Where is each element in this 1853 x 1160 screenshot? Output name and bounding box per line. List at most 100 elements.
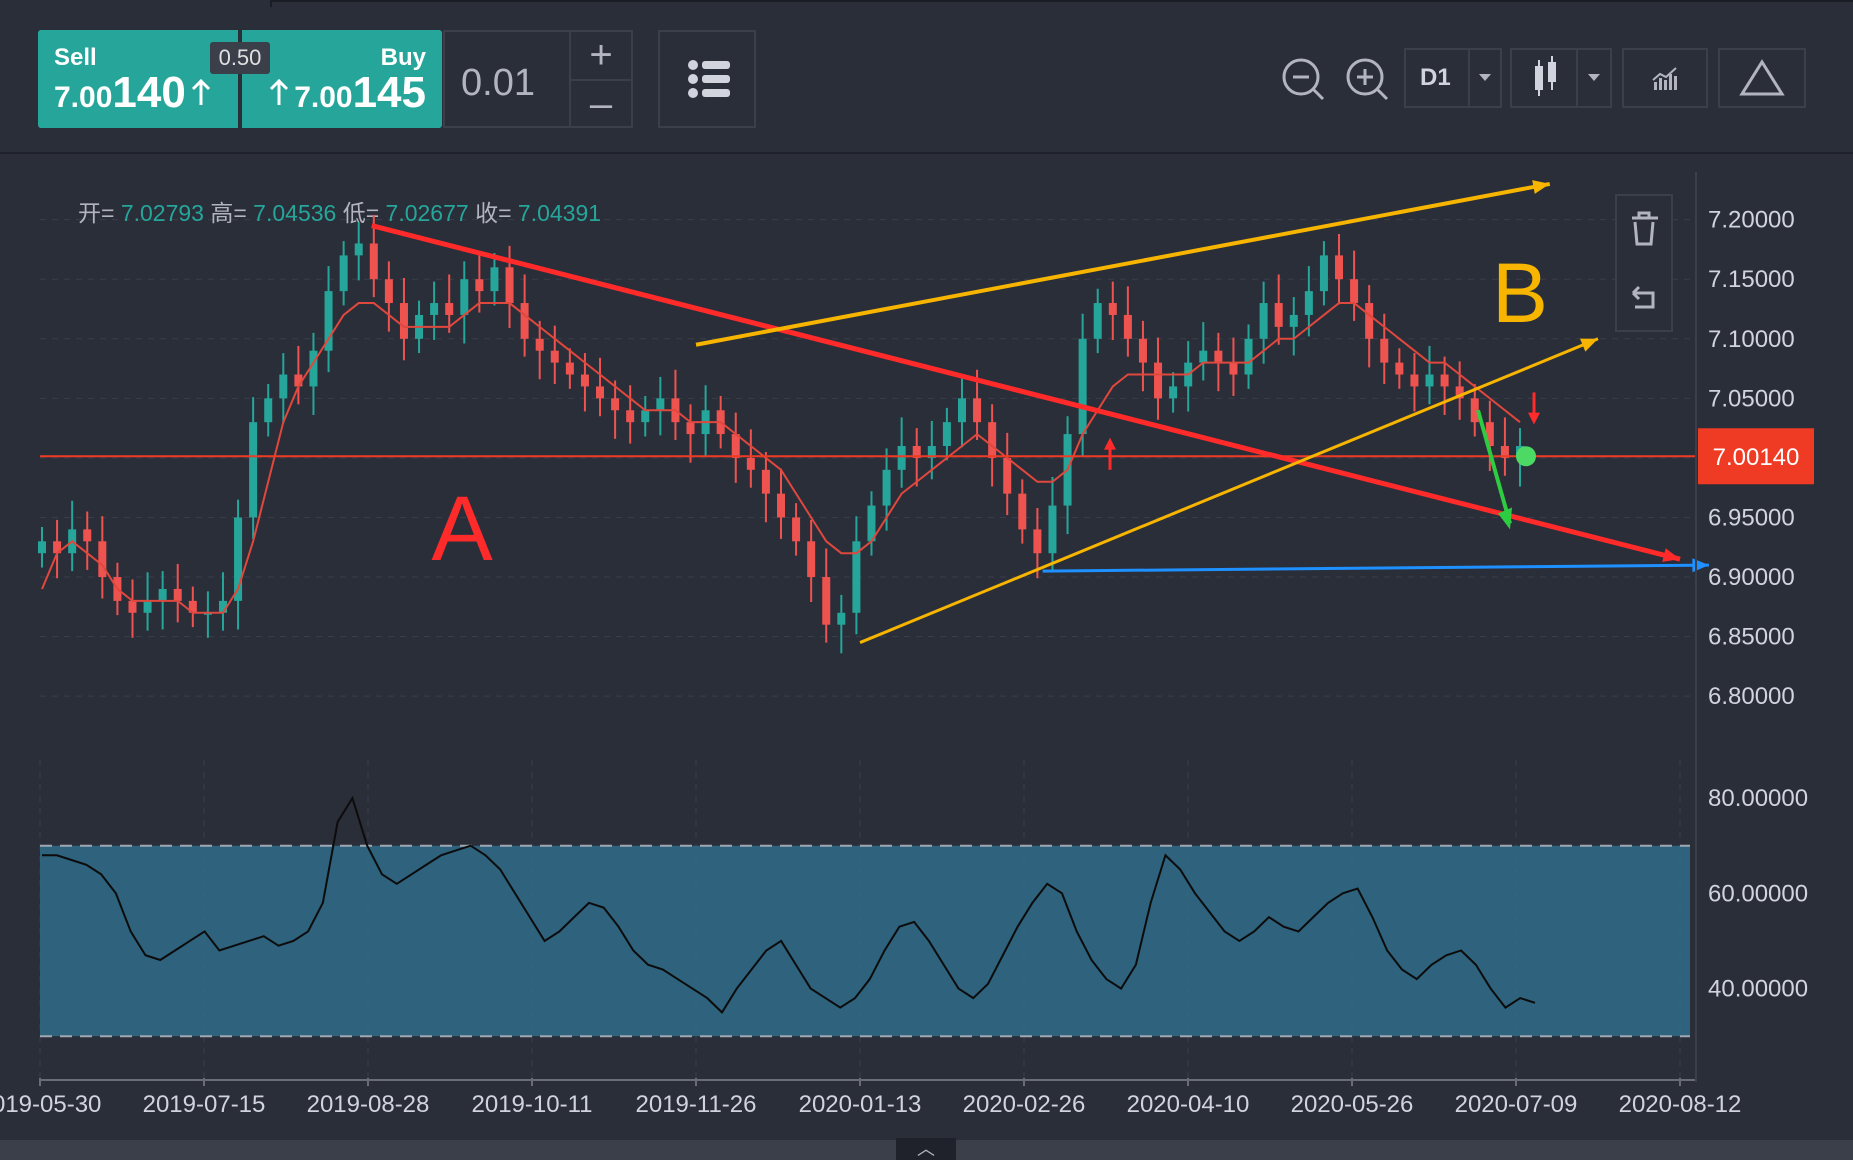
time-tick-label: 2020-02-26	[963, 1091, 1086, 1118]
candle-body	[1395, 362, 1404, 375]
zoom-out-button[interactable]	[1278, 48, 1328, 108]
candle-body	[158, 588, 167, 601]
candle-body	[761, 469, 770, 494]
candle-body	[1033, 529, 1042, 554]
price-tick-label: 6.80000	[1708, 683, 1795, 710]
candle-body	[1274, 303, 1283, 327]
chevron-down-icon	[1468, 50, 1491, 106]
price-axis-border	[1695, 172, 1697, 1082]
lot-stepper: + –	[569, 32, 631, 126]
undo-icon[interactable]	[1617, 267, 1671, 333]
trash-icon[interactable]	[1617, 196, 1671, 262]
candle-body	[1319, 255, 1328, 292]
drawing-tools-button[interactable]	[1718, 48, 1806, 108]
chevron-up-icon: ︿	[917, 1139, 935, 1159]
candle-body	[580, 374, 589, 387]
candle-body	[399, 303, 408, 339]
rsi-tick-label: 40.00000	[1708, 976, 1808, 1003]
time-tick-label: 2020-05-26	[1291, 1091, 1414, 1118]
candle-body	[1138, 338, 1147, 363]
candle-body	[1470, 398, 1479, 423]
price-tick-label: 6.85000	[1708, 624, 1795, 651]
candle-body	[505, 267, 514, 304]
time-tick-label: 2019-07-15	[143, 1091, 266, 1118]
zoom-in-button[interactable]	[1342, 48, 1392, 108]
candle-body	[973, 398, 982, 423]
candle-body	[445, 303, 454, 315]
increase-lot-button[interactable]: +	[571, 32, 631, 79]
candle-body	[1425, 374, 1434, 387]
moving-average-line	[41, 302, 1521, 614]
candle-body	[1365, 303, 1374, 339]
candle-body	[550, 350, 559, 363]
buy-button[interactable]: Buy 7.00145	[242, 30, 442, 128]
time-tick-label: 2019-08-28	[307, 1091, 430, 1118]
candle-body	[490, 267, 499, 292]
candle-body	[1350, 279, 1359, 304]
candle-body	[249, 422, 258, 518]
list-icon	[688, 60, 730, 98]
time-tick-label: 2019-10-11	[472, 1091, 593, 1118]
price-tick-label: 6.95000	[1708, 504, 1795, 531]
time-tick-label: 2020-08-12	[1619, 1091, 1742, 1118]
candle-body	[807, 541, 816, 578]
trendline-support-line	[1042, 563, 1709, 573]
candle-body	[1003, 457, 1012, 494]
candle-body	[1244, 338, 1253, 375]
candle-body	[942, 422, 951, 446]
candle-body	[897, 446, 906, 470]
collapse-panel-button[interactable]: ︿	[896, 1138, 956, 1160]
arrow-up-icon	[270, 78, 289, 105]
candle-body	[1259, 303, 1268, 339]
price-chart[interactable]: 7.200007.150007.100007.050007.000006.950…	[0, 152, 1853, 1142]
time-tick-label: 2019-05-30	[0, 1091, 101, 1118]
candle-body	[596, 386, 605, 399]
candle-body	[822, 577, 831, 625]
candle-body	[837, 612, 846, 625]
timeframe-select[interactable]: D1	[1404, 48, 1502, 108]
rsi-tick-label: 80.00000	[1708, 785, 1808, 812]
candle-body	[656, 398, 665, 411]
trendline-channel-upper	[695, 181, 1551, 347]
buy-price: 7.00145	[268, 68, 426, 118]
indicators-icon	[1652, 67, 1677, 90]
annotation-arrowhead-up	[1104, 437, 1116, 450]
candle-body	[1304, 291, 1313, 315]
buy-price-prefix: 7.00	[294, 81, 353, 114]
candle-body	[1410, 374, 1419, 387]
sell-button[interactable]: Sell 7.00140	[38, 30, 238, 128]
candle-body	[83, 529, 92, 542]
sell-price-main: 140	[112, 68, 186, 117]
sell-price-prefix: 7.00	[54, 81, 113, 114]
timeframe-value: D1	[1420, 64, 1451, 91]
candle-body	[957, 398, 966, 423]
top-border	[270, 0, 1853, 7]
current-price-marker	[1516, 446, 1536, 467]
candle-body	[1123, 314, 1132, 339]
candle-body	[430, 303, 439, 315]
lot-size-field[interactable]: 0.01 + –	[443, 30, 633, 128]
price-tick-label: 7.05000	[1708, 385, 1795, 412]
candle-body	[1093, 303, 1102, 339]
candle-body	[339, 255, 348, 292]
candle-body	[611, 398, 620, 411]
candle-body	[1229, 362, 1238, 375]
chart-type-select[interactable]	[1510, 48, 1612, 108]
candle-body	[641, 410, 650, 423]
candle-body	[128, 600, 137, 613]
candle-body	[369, 243, 378, 280]
order-list-button[interactable]	[658, 30, 756, 128]
candle-body	[1199, 350, 1208, 363]
drawing-triangle-icon	[1739, 59, 1785, 96]
candle-body	[565, 362, 574, 375]
chevron-down-icon	[1576, 50, 1600, 106]
indicators-button[interactable]	[1622, 48, 1708, 108]
projection-arrowhead-red	[1528, 412, 1540, 425]
decrease-lot-button[interactable]: –	[571, 79, 631, 128]
candle-body	[746, 457, 755, 470]
candle-body	[1440, 374, 1449, 387]
arrow-up-icon	[191, 78, 210, 105]
trendline-channel-lower	[859, 337, 1599, 644]
candle-body	[1078, 338, 1087, 435]
lot-size-value[interactable]: 0.01	[461, 62, 535, 105]
